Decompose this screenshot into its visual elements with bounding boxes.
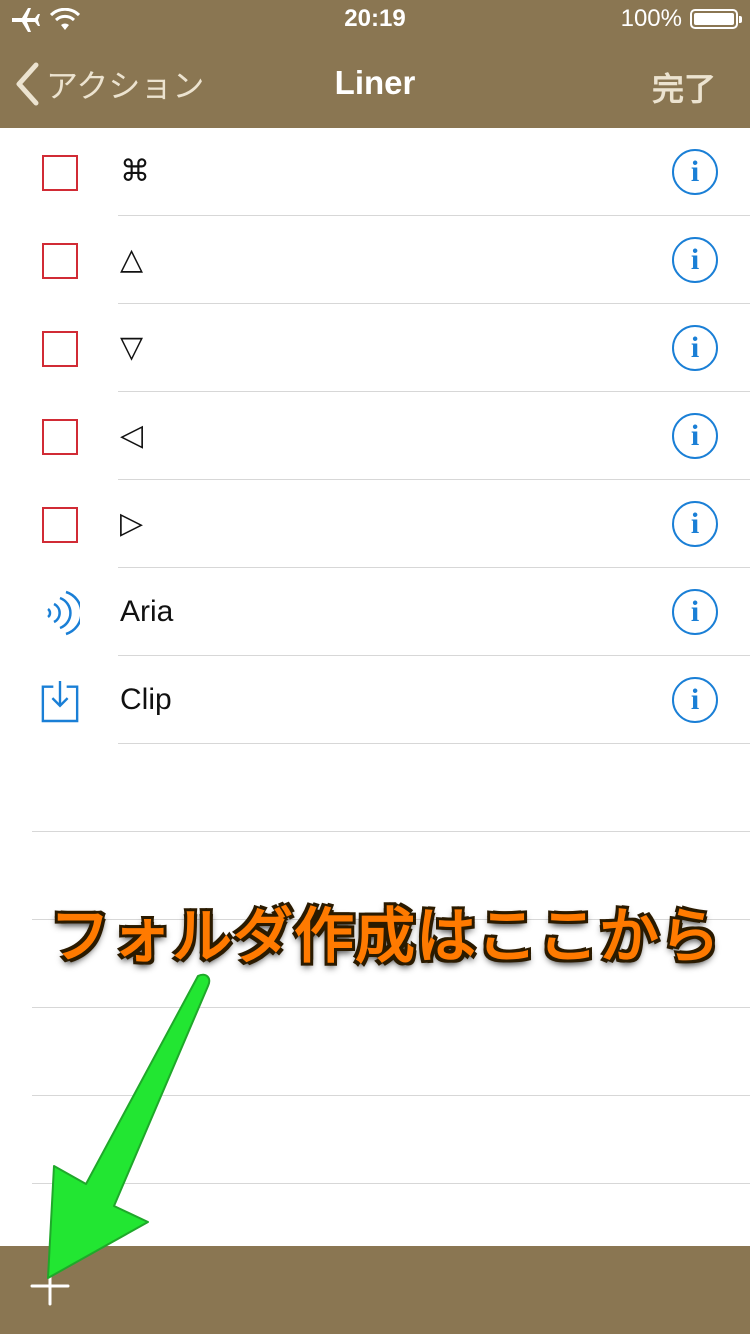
list-item[interactable]: △ i [0, 216, 750, 304]
list-item-label: ▽ [120, 331, 144, 364]
list-item[interactable]: ▽ i [0, 304, 750, 392]
list-item[interactable]: ◁ i [0, 392, 750, 480]
list-item-label: ▷ [120, 507, 144, 540]
list-item-label: Clip [120, 683, 172, 716]
navigation-bar: アクション Liner 完了 [0, 40, 750, 128]
info-icon[interactable]: i [672, 677, 718, 723]
info-icon[interactable]: i [672, 413, 718, 459]
green-arrow-icon [47, 973, 211, 1279]
checkbox-icon[interactable] [40, 505, 80, 545]
list-item-label: △ [120, 243, 144, 276]
list-item[interactable]: Clip i [0, 656, 750, 744]
list-item[interactable]: Aria i [0, 568, 750, 656]
sound-wave-icon [40, 590, 80, 636]
info-icon[interactable]: i [672, 237, 718, 283]
list-item[interactable]: ▷ i [0, 480, 750, 568]
status-right: 100% [620, 5, 742, 33]
chevron-left-icon [16, 62, 39, 106]
download-tray-icon [40, 681, 80, 723]
info-icon[interactable]: i [672, 325, 718, 371]
list-item-label: ⌘ [120, 155, 150, 188]
action-list: ⌘ i △ i ▽ i ◁ i ▷ i Aria i Clip i [0, 128, 750, 744]
annotation-label: フォルダ作成はここから [50, 903, 721, 970]
checkbox-icon[interactable] [40, 153, 80, 193]
info-icon[interactable]: i [672, 149, 718, 195]
empty-row-divider [32, 831, 750, 832]
done-button[interactable]: 完了 [652, 64, 716, 110]
row-divider [118, 743, 750, 744]
info-icon[interactable]: i [672, 589, 718, 635]
info-icon[interactable]: i [672, 501, 718, 547]
back-button-label: アクション [46, 68, 205, 104]
checkbox-icon[interactable] [40, 329, 80, 369]
status-bar: 20:19 100% [0, 0, 750, 40]
list-item-label: Aria [120, 595, 174, 628]
battery-icon [690, 9, 742, 29]
back-button[interactable]: アクション [14, 60, 204, 108]
list-item[interactable]: ⌘ i [0, 128, 750, 216]
checkbox-icon[interactable] [40, 241, 80, 281]
checkbox-icon[interactable] [40, 417, 80, 457]
list-item-label: ◁ [120, 419, 144, 452]
battery-percent: 100% [620, 5, 682, 32]
